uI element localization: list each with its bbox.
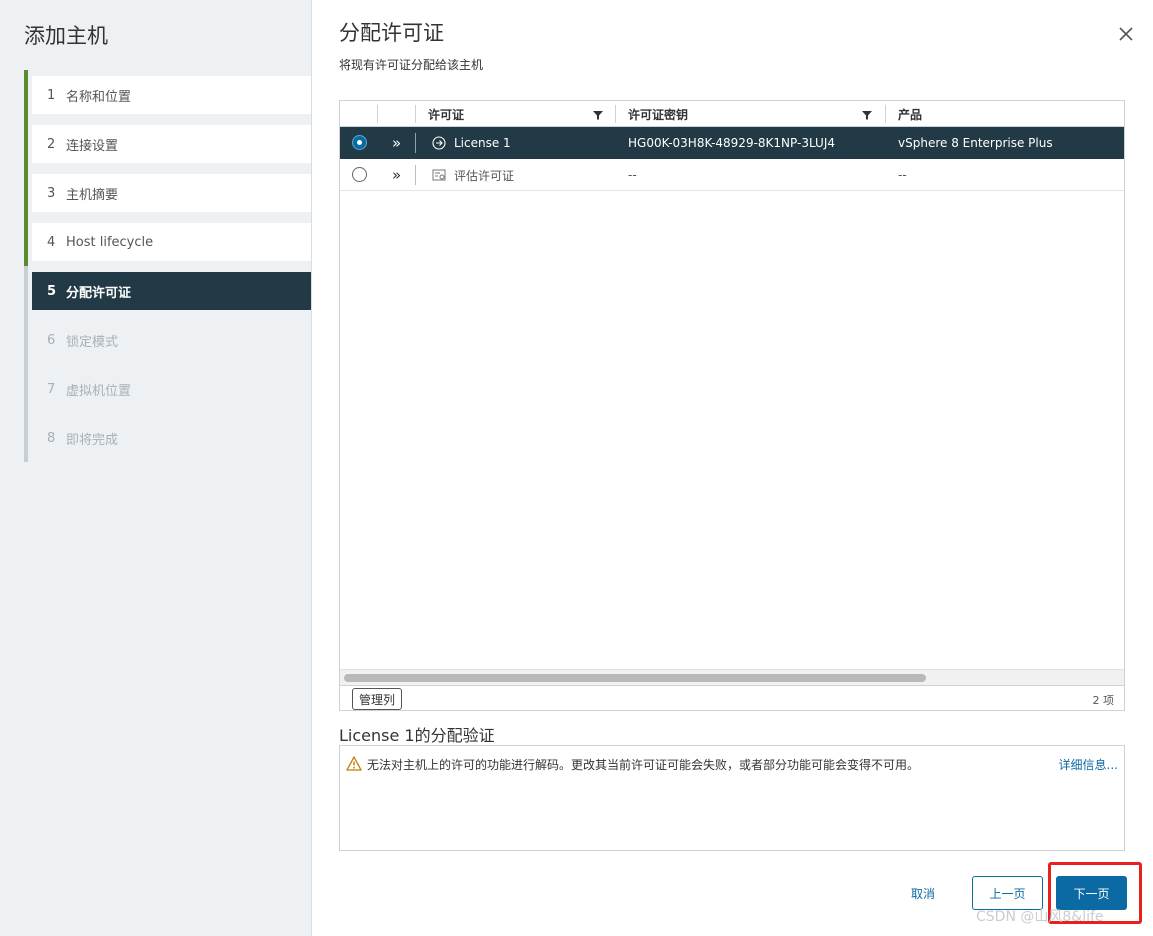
step-label: 分配许可证 — [66, 285, 132, 301]
expand-icon[interactable]: » — [392, 135, 401, 151]
step-label: 即将完成 — [66, 432, 119, 448]
step-ready-to-complete: 8 即将完成 — [24, 413, 312, 462]
item-count: 2 项 — [1092, 694, 1115, 707]
expand-icon[interactable]: » — [392, 167, 401, 183]
license-grid: 许可证 许可证密钥 产品 » License 1 HG00K-03H8K-489… — [339, 100, 1125, 711]
step-label: 连接设置 — [66, 138, 119, 154]
column-header-label: 产品 — [898, 107, 923, 122]
evaluation-license-icon — [432, 169, 446, 181]
validation-box: 无法对主机上的许可的功能进行解码。更改其当前许可证可能会失败，或者部分功能可能会… — [339, 745, 1125, 851]
step-label: 虚拟机位置 — [66, 383, 132, 399]
step-label: 名称和位置 — [66, 89, 132, 105]
license-icon — [432, 136, 446, 150]
license-name: 评估许可证 — [454, 168, 515, 183]
table-row[interactable]: » 评估许可证 -- -- — [340, 159, 1124, 191]
cancel-button[interactable]: 取消 — [894, 876, 952, 910]
step-label: Host lifecycle — [66, 234, 154, 250]
page-title: 分配许可证 — [339, 21, 444, 45]
manage-columns-button[interactable]: 管理列 — [352, 688, 403, 710]
details-link[interactable]: 详细信息... — [1059, 756, 1118, 773]
step-number: 1 — [47, 87, 56, 103]
column-header-license[interactable]: 许可证 — [428, 101, 608, 127]
column-header-label: 许可证密钥 — [628, 107, 689, 122]
step-vm-location: 7 虚拟机位置 — [24, 364, 312, 413]
step-label: 主机摘要 — [66, 187, 119, 203]
filter-icon[interactable] — [593, 110, 603, 120]
next-button[interactable]: 下一页 — [1056, 876, 1127, 910]
step-assign-license[interactable]: 5 分配许可证 — [24, 266, 312, 315]
page-subtitle: 将现有许可证分配给该主机 — [339, 58, 484, 72]
column-header-label: 许可证 — [428, 107, 465, 122]
step-connection-settings[interactable]: 2 连接设置 — [24, 119, 312, 168]
watermark: CSDN @山风8&life — [976, 909, 1104, 925]
row-radio[interactable] — [352, 135, 367, 150]
step-host-lifecycle[interactable]: 4 Host lifecycle — [24, 217, 312, 266]
step-number: 2 — [47, 136, 56, 152]
step-number: 6 — [47, 332, 56, 348]
step-number: 5 — [47, 283, 57, 299]
wizard-steps: 1 名称和位置 2 连接设置 3 主机摘要 4 Host lifecycle 5… — [24, 70, 312, 462]
step-lockdown-mode: 6 锁定模式 — [24, 315, 312, 364]
wizard-title: 添加主机 — [24, 24, 108, 48]
step-name-and-location[interactable]: 1 名称和位置 — [24, 70, 312, 119]
scrollbar-thumb[interactable] — [344, 674, 926, 682]
grid-footer: 管理列 2 项 — [340, 685, 1124, 710]
column-header-license-key[interactable]: 许可证密钥 — [628, 101, 868, 127]
filter-icon[interactable] — [862, 110, 872, 120]
license-key: -- — [628, 168, 637, 182]
step-number: 8 — [47, 430, 56, 446]
horizontal-scrollbar[interactable] — [340, 669, 1124, 685]
close-button[interactable] — [1116, 24, 1136, 44]
close-icon — [1119, 27, 1133, 41]
validation-title: License 1的分配验证 — [339, 726, 495, 745]
step-number: 4 — [47, 234, 56, 250]
step-label: 锁定模式 — [66, 334, 119, 350]
table-row[interactable]: » License 1 HG00K-03H8K-48929-8K1NP-3LUJ… — [340, 127, 1124, 159]
grid-header: 许可证 许可证密钥 产品 — [340, 101, 1124, 127]
license-key: HG00K-03H8K-48929-8K1NP-3LUJ4 — [628, 136, 835, 150]
wizard-nav: 添加主机 1 名称和位置 2 连接设置 3 主机摘要 4 Host lifecy… — [0, 0, 312, 936]
warning-message: 无法对主机上的许可的功能进行解码。更改其当前许可证可能会失败，或者部分功能可能会… — [367, 758, 920, 772]
license-name: License 1 — [454, 136, 511, 150]
row-radio[interactable] — [352, 167, 367, 182]
back-button[interactable]: 上一页 — [972, 876, 1043, 910]
step-number: 7 — [47, 381, 56, 397]
step-host-summary[interactable]: 3 主机摘要 — [24, 168, 312, 217]
license-product: vSphere 8 Enterprise Plus — [898, 136, 1053, 150]
license-product: -- — [898, 168, 907, 182]
warning-icon — [346, 756, 362, 771]
step-number: 3 — [47, 185, 56, 201]
column-header-product[interactable]: 产品 — [898, 101, 1098, 127]
